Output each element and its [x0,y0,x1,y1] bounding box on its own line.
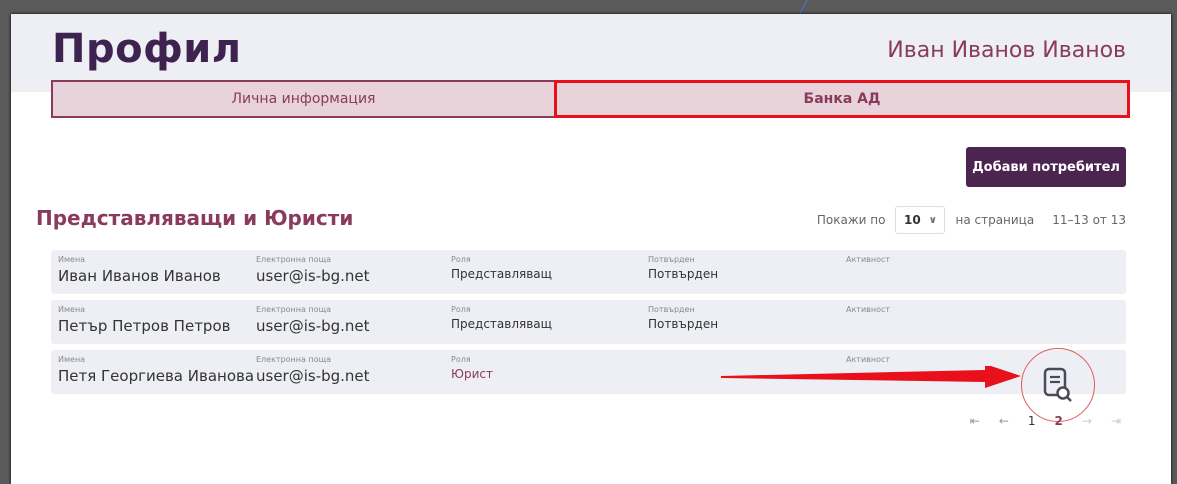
profile-tabs: Лична информация Банка АД [51,80,1130,118]
chevron-down-icon: ∨ [928,214,937,226]
column-label: Имена [58,255,86,264]
previous-page-icon[interactable]: ← [999,414,1009,428]
page-size-control: Покажи по 10 ∨ на страница 11–13 от 13 [817,206,1126,234]
column-label: Имена [58,355,86,364]
page-title: Профил [52,26,242,72]
cell-name: Имена Петя Георгиева Иванова [58,355,254,385]
table-row: Имена Петър Петров Петров Електронна поща… [51,300,1126,344]
user-full-name: Иван Иванов Иванов [58,267,221,285]
add-user-button[interactable]: Добави потребител [966,147,1126,187]
column-label: Електронна поща [256,355,332,364]
column-label: Роля [451,305,471,314]
page-button[interactable]: 1 [1028,414,1036,428]
page-button-current[interactable]: 2 [1055,414,1063,428]
tab-personal-info[interactable]: Лична информация [51,80,556,118]
column-label: Електронна поща [256,305,332,314]
user-role: Представляващ [451,317,552,331]
user-name: Иван Иванов Иванов [887,38,1126,63]
column-label: Активност [846,305,891,314]
pagination: ⇤ ← 1 2 → ⇥ [970,414,1121,428]
cell-confirmed: Потвърден Потвърден [648,255,718,281]
section-title: Представляващи и Юристи [36,206,354,230]
user-confirmed: Потвърден [648,317,719,331]
cell-confirmed: Потвърден Потвърден [648,305,718,331]
column-label: Роля [451,255,471,264]
page-size-value: 10 [904,213,921,227]
user-full-name: Петя Георгиева Иванова [58,367,255,385]
column-label: Потвърден [648,305,695,314]
cell-email: Електронна поща user@is-bg.net [256,305,370,335]
show-per-page-label: Покажи по [816,213,886,227]
last-page-icon[interactable]: ⇥ [1111,414,1121,428]
user-email: user@is-bg.net [256,367,370,385]
page-range: 11–13 от 13 [1052,213,1126,227]
cell-activity: Активност [846,305,890,314]
tab-bank[interactable]: Банка АД [554,80,1130,118]
cell-role: Роля Представляващ [451,305,552,331]
column-label: Активност [846,355,891,364]
profile-window: Профил Иван Иванов Иванов Лична информац… [11,14,1171,484]
column-label: Роля [451,355,471,364]
annotation-arrow [721,366,1021,388]
user-role: Представляващ [451,267,552,281]
cell-role: Роля Представляващ [451,255,552,281]
user-full-name: Петър Петров Петров [58,317,231,335]
column-label: Имена [58,305,86,314]
document-search-icon [1043,367,1072,402]
table-row: Имена Иван Иванов Иванов Електронна поща u… [51,250,1126,294]
user-email: user@is-bg.net [256,267,370,285]
user-role: Юрист [451,367,493,381]
cell-email: Електронна поща user@is-bg.net [256,355,370,385]
view-document-button[interactable] [1021,348,1095,422]
cell-name: Имена Иван Иванов Иванов [58,255,221,285]
user-confirmed: Потвърден [648,267,719,281]
column-label: Електронна поща [256,255,332,264]
user-email: user@is-bg.net [256,317,370,335]
column-label: Потвърден [648,255,695,264]
page-size-select[interactable]: 10 ∨ [895,206,946,234]
cell-email: Електронна поща user@is-bg.net [256,255,370,285]
per-page-label: на страница [955,213,1035,227]
cell-activity: Активност [846,255,890,264]
cell-activity: Активност [846,355,890,364]
column-label: Активност [846,255,891,264]
cell-name: Имена Петър Петров Петров [58,305,230,335]
first-page-icon[interactable]: ⇤ [970,414,980,428]
next-page-icon[interactable]: → [1082,414,1092,428]
cell-role: Роля Юрист [451,355,493,381]
